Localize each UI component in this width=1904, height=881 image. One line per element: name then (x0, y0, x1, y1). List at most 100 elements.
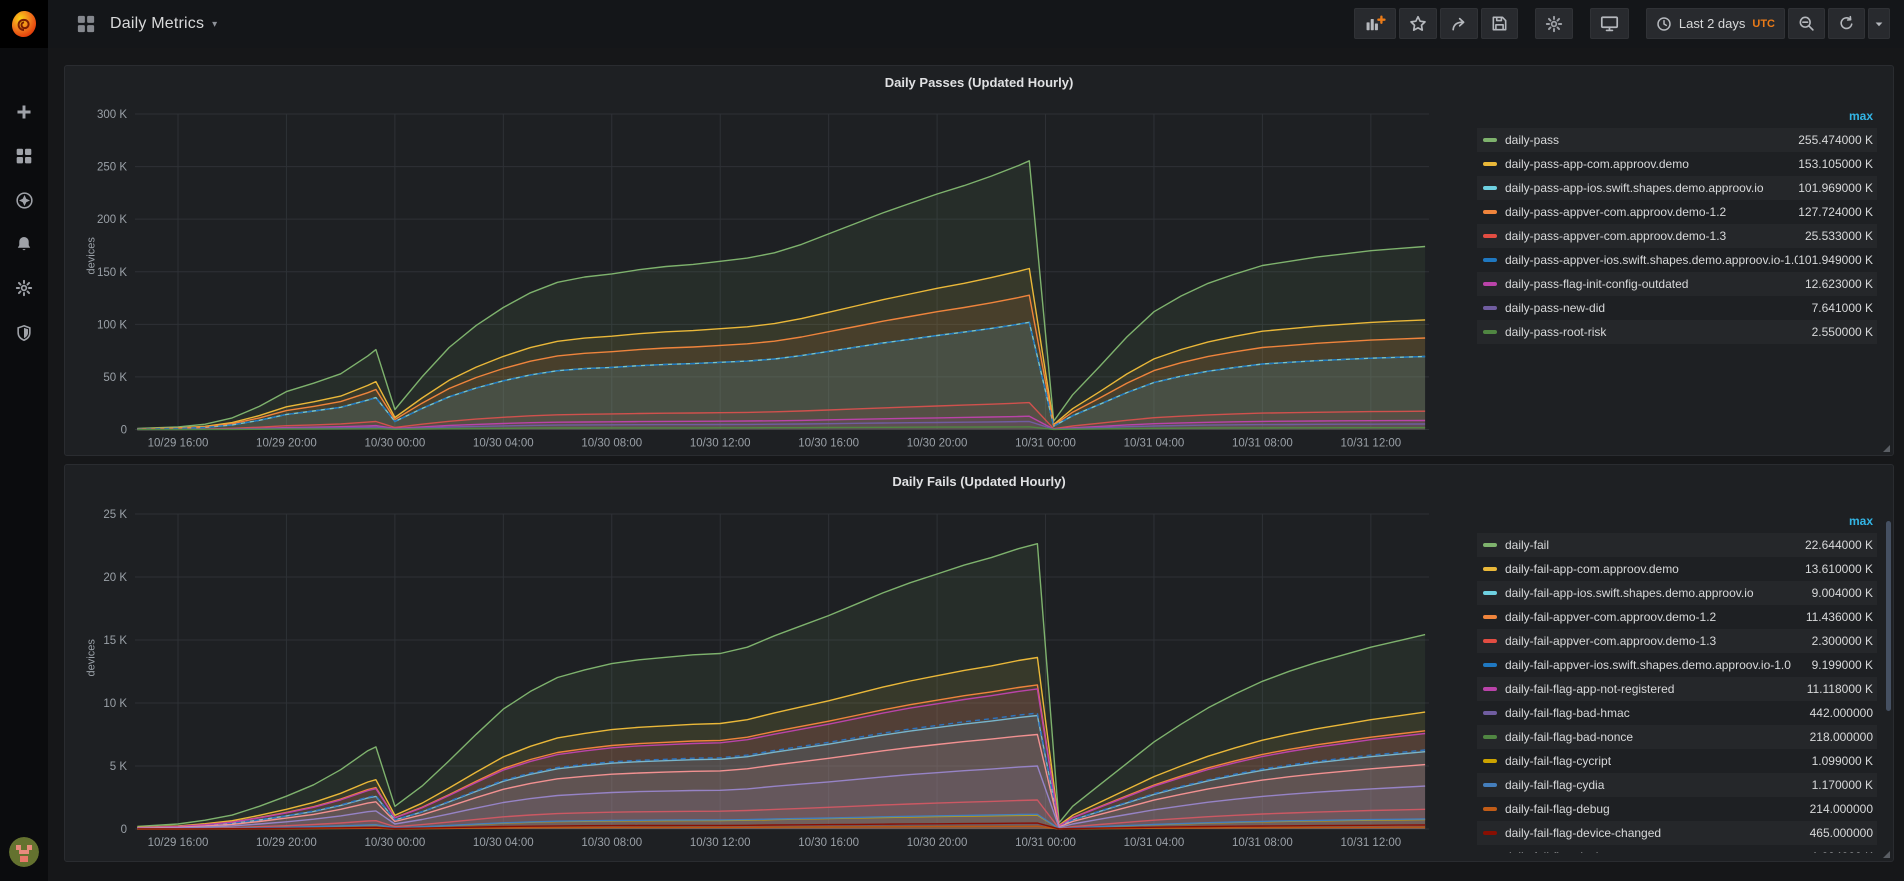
sidebar-item-create[interactable] (0, 92, 48, 132)
legend-max-header[interactable]: max (1477, 509, 1877, 533)
series-color-swatch-icon (1483, 663, 1497, 667)
svg-text:10/31 12:00: 10/31 12:00 (1340, 837, 1401, 849)
panel-resize-handle[interactable] (1883, 851, 1890, 858)
legend-series-max-value: 255.474000 K (1798, 133, 1873, 147)
legend-max-header[interactable]: max (1477, 104, 1877, 128)
legend-series-label[interactable]: daily-pass-appver-ios.swift.shapes.demo.… (1505, 253, 1798, 267)
legend-row: daily-fail-app-ios.swift.shapes.demo.app… (1477, 581, 1877, 605)
legend-series-label[interactable]: daily-fail-app-com.approov.demo (1505, 562, 1805, 576)
legend-series-label[interactable]: daily-fail-flag-device-changed (1505, 826, 1810, 840)
navbar: Daily Metrics ▾ Last 2 days UTC (48, 0, 1904, 48)
svg-text:250 K: 250 K (97, 162, 127, 174)
series-color-swatch-icon (1483, 711, 1497, 715)
legend-row: daily-fail22.644000 K (1477, 533, 1877, 557)
refresh-interval-dropdown[interactable] (1868, 8, 1890, 39)
zoom-out-time-button[interactable] (1788, 8, 1825, 39)
legend-series-max-value: 1.099000 K (1812, 754, 1873, 768)
svg-text:150 K: 150 K (97, 267, 127, 279)
svg-text:10/31 00:00: 10/31 00:00 (1015, 438, 1076, 450)
legend-series-label[interactable]: daily-fail-appver-com.approov.demo-1.2 (1505, 610, 1806, 624)
panel-daily-passes: Daily Passes (Updated Hourly) devices 30… (64, 65, 1894, 456)
svg-text:10/30 00:00: 10/30 00:00 (364, 438, 425, 450)
legend-series-label[interactable]: daily-pass-appver-com.approov.demo-1.3 (1505, 229, 1805, 243)
shield-icon (15, 324, 33, 342)
series-color-swatch-icon (1483, 591, 1497, 595)
legend-series-label[interactable]: daily-pass-new-did (1505, 301, 1812, 315)
sidebar-item-server-admin[interactable] (0, 313, 48, 353)
svg-text:5 K: 5 K (110, 761, 128, 773)
time-range-picker[interactable]: Last 2 days UTC (1646, 8, 1785, 39)
legend-row: daily-fail-flag-cydia1.170000 K (1477, 773, 1877, 797)
series-color-swatch-icon (1483, 687, 1497, 691)
dashboards-grid-icon (15, 147, 33, 165)
legend-series-label[interactable]: daily-fail-flag-cydia (1505, 778, 1812, 792)
dashboard-title-caret-icon[interactable]: ▾ (212, 19, 217, 30)
sidebar-item-configuration[interactable] (0, 268, 48, 308)
legend-scrollbar-thumb[interactable] (1886, 521, 1891, 711)
refresh-button[interactable] (1828, 8, 1865, 39)
legend-row: daily-fail-flag-debug214.000000 (1477, 797, 1877, 821)
svg-text:200 K: 200 K (97, 214, 127, 226)
tv-kiosk-icon (1600, 15, 1619, 32)
svg-text:300 K: 300 K (97, 109, 127, 121)
svg-text:10/30 00:00: 10/30 00:00 (364, 837, 425, 849)
plus-icon (15, 103, 33, 121)
series-color-swatch-icon (1483, 306, 1497, 310)
series-color-swatch-icon (1483, 282, 1497, 286)
legend-series-label[interactable]: daily-fail-flag-app-not-registered (1505, 682, 1807, 696)
series-color-swatch-icon (1483, 783, 1497, 787)
legend-row: daily-pass-appver-ios.swift.shapes.demo.… (1477, 248, 1877, 272)
sidebar-item-alerting[interactable] (0, 224, 48, 264)
grafana-logo[interactable] (0, 0, 48, 48)
legend-series-label[interactable]: daily-pass-flag-init-config-outdated (1505, 277, 1805, 291)
legend-series-label[interactable]: daily-fail-appver-ios.swift.shapes.demo.… (1505, 658, 1812, 672)
legend-series-label[interactable]: daily-fail (1505, 538, 1805, 552)
svg-text:10/30 12:00: 10/30 12:00 (690, 837, 751, 849)
legend-series-label[interactable]: daily-fail-flag-bad-hmac (1505, 706, 1810, 720)
save-dashboard-button[interactable] (1481, 8, 1518, 39)
legend-series-label[interactable]: daily-fail-app-ios.swift.shapes.demo.app… (1505, 586, 1812, 600)
legend-series-max-value: 22.644000 K (1805, 538, 1873, 552)
sidebar-item-explore[interactable] (0, 180, 48, 220)
star-dashboard-button[interactable] (1399, 8, 1437, 39)
add-panel-button[interactable] (1354, 8, 1396, 39)
legend-series-label[interactable]: daily-fail-appver-com.approov.demo-1.3 (1505, 634, 1812, 648)
series-color-swatch-icon (1483, 330, 1497, 334)
panel-resize-handle[interactable] (1883, 445, 1890, 452)
legend-series-label[interactable]: daily-pass-app-ios.swift.shapes.demo.app… (1505, 181, 1798, 195)
legend-daily-fails: maxdaily-fail22.644000 Kdaily-fail-app-c… (1477, 509, 1877, 853)
legend-row: daily-fail-flag-bad-hmac442.000000 (1477, 701, 1877, 725)
kiosk-mode-button[interactable] (1590, 8, 1629, 39)
series-color-swatch-icon (1483, 258, 1497, 262)
legend-series-max-value: 2.300000 K (1812, 634, 1873, 648)
share-dashboard-button[interactable] (1440, 8, 1478, 39)
legend-series-label[interactable]: daily-pass-app-com.approov.demo (1505, 157, 1798, 171)
legend-series-label[interactable]: daily-fail-flag-cycript (1505, 754, 1812, 768)
legend-row: daily-pass255.474000 K (1477, 128, 1877, 152)
refresh-icon (1838, 15, 1855, 32)
svg-text:10/30 08:00: 10/30 08:00 (581, 438, 642, 450)
legend-series-max-value: 12.623000 K (1805, 277, 1873, 291)
dashboard-settings-button[interactable] (1535, 8, 1573, 39)
legend-series-max-value: 13.610000 K (1805, 562, 1873, 576)
legend-series-label[interactable]: daily-fail-flag-debug (1505, 802, 1810, 816)
legend-series-label[interactable]: daily-fail-flag-bad-nonce (1505, 730, 1810, 744)
legend-series-label[interactable]: daily-pass (1505, 133, 1798, 147)
svg-text:0: 0 (121, 824, 127, 836)
legend-series-max-value: 101.969000 K (1798, 181, 1873, 195)
svg-text:10/30 08:00: 10/30 08:00 (581, 837, 642, 849)
svg-text:0: 0 (121, 425, 127, 437)
legend-series-max-value: 153.105000 K (1798, 157, 1873, 171)
svg-text:50 K: 50 K (103, 372, 127, 384)
dashboard-breadcrumb-icon[interactable] (76, 14, 96, 34)
sidebar-item-dashboards[interactable] (0, 136, 48, 176)
legend-series-label[interactable]: daily-pass-root-risk (1505, 325, 1812, 339)
dashboard-title[interactable]: Daily Metrics (110, 15, 204, 33)
legend-series-label[interactable]: daily-pass-appver-com.approov.demo-1.2 (1505, 205, 1798, 219)
series-color-swatch-icon (1483, 735, 1497, 739)
legend-series-max-value: 1.170000 K (1812, 778, 1873, 792)
user-avatar[interactable] (9, 837, 39, 867)
legend-series-label[interactable]: daily-fail-flag-device- (1505, 850, 1812, 853)
svg-text:10/29 20:00: 10/29 20:00 (256, 837, 317, 849)
svg-text:10/29 16:00: 10/29 16:00 (148, 438, 209, 450)
